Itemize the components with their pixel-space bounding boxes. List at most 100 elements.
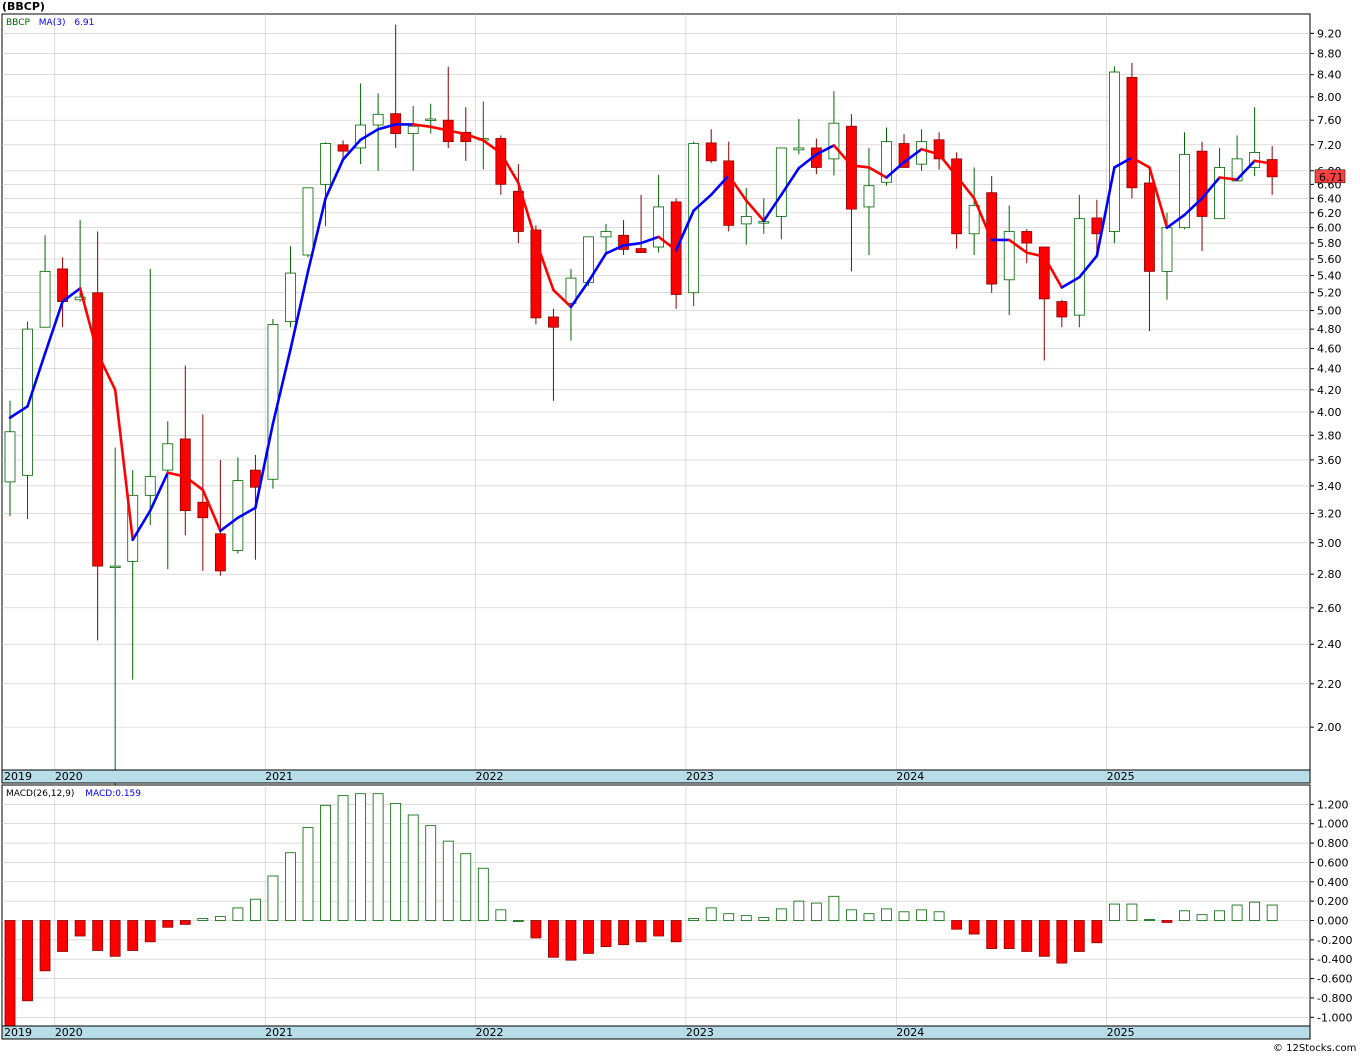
watermark: © 12Stocks.com (1273, 1043, 1356, 1054)
price-tick-label: 4.40 (1317, 363, 1342, 376)
candle-body (1091, 217, 1103, 235)
price-tick-label: 2.20 (1317, 678, 1342, 691)
price-tick-label: 8.80 (1317, 48, 1342, 61)
price-legend: BBCP MA(3) 6.91 (6, 18, 94, 28)
price-tick-label: 2.00 (1317, 721, 1342, 734)
price-year-label: 2025 (1107, 770, 1135, 783)
macd-bar (1091, 920, 1103, 944)
macd-tick-label: -0.400 (1317, 953, 1352, 966)
macd-bar (127, 920, 139, 951)
macd-bar (583, 920, 594, 954)
macd-bar (407, 814, 419, 921)
candle (1108, 66, 1120, 244)
macd-bar (232, 907, 244, 921)
macd-bar (4, 920, 16, 1027)
price-year-label: 2024 (896, 770, 924, 783)
macd-bar (460, 853, 472, 921)
price-tick-label: 3.60 (1317, 454, 1342, 467)
candle-body (1196, 150, 1208, 217)
candle (302, 187, 314, 258)
macd-bar (688, 918, 700, 921)
macd-bar (881, 908, 892, 921)
macd-tick-label: 0.600 (1317, 856, 1349, 869)
macd-bar (1196, 914, 1208, 921)
macd-bar (1249, 901, 1261, 921)
macd-bar (1073, 920, 1085, 952)
candle (583, 236, 594, 286)
macd-tick-label: 0.400 (1317, 876, 1349, 889)
candle-body (846, 125, 857, 210)
macd-bar (810, 902, 822, 921)
macd-bar (863, 913, 875, 921)
macd-bar (1161, 920, 1173, 923)
candle-body (320, 143, 331, 185)
price-y-axis: 2.00 2.20 2.40 2.60 2.80 3.00 3.20 3.40 3.60 3.80… (1310, 27, 1342, 734)
macd-bar (723, 913, 735, 921)
candle-body (144, 476, 156, 496)
macd-legend: MACD(26,12,9) MACD:0.159 (6, 789, 141, 799)
candle-body (4, 431, 16, 483)
macd-bar (162, 920, 174, 928)
macd-bar (477, 867, 489, 921)
candle-body (1126, 77, 1138, 189)
legend-ma-value: 6.91 (74, 18, 94, 28)
macd-bar (565, 920, 577, 961)
macd-bar (109, 920, 121, 957)
candle-body (1056, 301, 1068, 318)
candle-body (197, 501, 209, 519)
macd-tick-label: -0.600 (1317, 973, 1352, 986)
legend-ma-label: MA(3) (39, 18, 66, 28)
price-tick-label: 6.00 (1317, 222, 1342, 235)
candle-body (407, 125, 419, 134)
macd-tick-label: -0.800 (1317, 992, 1352, 1005)
macd-bar (355, 793, 367, 921)
candle (1126, 62, 1138, 199)
candle-body (372, 113, 384, 126)
macd-legend-label: MACD(26,12,9) (6, 789, 74, 799)
legend-symbol: BBCP (6, 18, 30, 28)
candle-body (635, 248, 647, 253)
macd-tick-label: 0.200 (1317, 895, 1349, 908)
macd-bar (372, 793, 384, 921)
macd-bar (986, 920, 998, 949)
macd-bar (1231, 904, 1243, 921)
candle-body (1073, 218, 1085, 316)
macd-tick-label: -0.200 (1317, 934, 1352, 947)
macd-bar (1144, 919, 1155, 921)
macd-bar (250, 898, 261, 921)
price-tick-label: 4.80 (1317, 323, 1342, 336)
price-year-label: 2020 (55, 770, 83, 783)
macd-year-label: 2024 (896, 1026, 924, 1039)
candle-body (1161, 227, 1173, 272)
price-tick-label: 5.00 (1317, 305, 1342, 318)
price-tick-label: 2.60 (1317, 602, 1342, 615)
macd-bar (916, 909, 927, 921)
macd-bar (267, 875, 279, 921)
candle-body (775, 147, 787, 217)
macd-bar (1179, 910, 1190, 921)
macd-bar (39, 920, 51, 972)
candle-body (600, 231, 612, 238)
price-tick-label: 6.20 (1317, 207, 1342, 220)
price-year-label: 2022 (476, 770, 504, 783)
macd-bar (390, 802, 402, 921)
candle-body (1021, 231, 1033, 244)
candle-body (285, 272, 296, 323)
macd-bar (214, 916, 226, 921)
macd-bar (933, 911, 945, 921)
price-tick-label: 3.00 (1317, 537, 1342, 550)
price-tick-label: 5.20 (1317, 287, 1342, 300)
candle-body (740, 216, 752, 225)
candle-body (109, 565, 121, 569)
candle-body (723, 160, 735, 226)
candle-body (267, 324, 279, 480)
macd-bar (653, 920, 665, 937)
macd-tick-label: 0.800 (1317, 837, 1349, 850)
macd-bar (425, 825, 437, 921)
price-tick-label: 6.40 (1317, 192, 1342, 205)
macd-bar (1126, 903, 1138, 921)
candle-body (863, 185, 875, 208)
macd-bar (179, 920, 191, 925)
macd-bar (898, 911, 910, 921)
candle-body (828, 122, 840, 160)
